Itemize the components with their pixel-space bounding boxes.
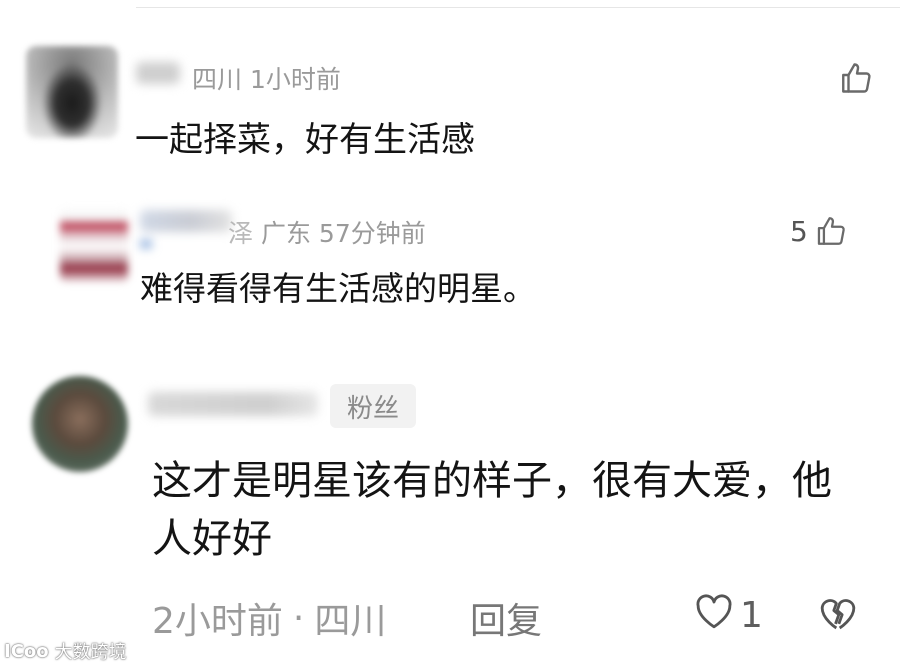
separator-dot: · [292, 597, 305, 639]
comment-text: 一起择菜，好有生活感 [135, 120, 475, 160]
username-blurred[interactable] [136, 62, 180, 84]
avatar[interactable] [26, 46, 118, 138]
broken-heart-icon [818, 599, 858, 636]
like-button[interactable] [838, 60, 874, 96]
username-blurred[interactable] [140, 210, 232, 232]
watermark: ICoo 大数跨境 [4, 638, 127, 664]
comment-time: 2小时前 [152, 601, 283, 642]
username-blurred[interactable] [148, 392, 318, 416]
watermark-text: 大数跨境 [54, 642, 127, 663]
avatar[interactable] [60, 206, 128, 282]
comment-feed: 四川 1小时前 一起择菜，好有生活感 泽 广东 57分钟前 难得看得有生活感的明… [0, 0, 900, 666]
watermark-logo: ICoo [4, 640, 49, 662]
thumbs-up-icon [838, 60, 874, 96]
dislike-button[interactable] [818, 594, 858, 636]
comment-meta-text: 广东 57分钟前 [260, 219, 426, 248]
comment-meta: 四川 1小时前 [192, 65, 341, 94]
comment-footer: 2小时前 · 四川 [152, 592, 386, 644]
heart-like-button[interactable]: 1 [694, 592, 763, 639]
heart-like-count: 1 [740, 595, 763, 636]
like-count: 5 [790, 214, 808, 248]
like-button[interactable]: 5 [790, 214, 848, 248]
heart-icon [694, 592, 734, 639]
top-divider [136, 7, 900, 8]
comment-text: 难得看得有生活感的明星。 [140, 269, 536, 308]
comment-text: 这才是明星该有的样子，很有大爱，他人好好 [152, 458, 832, 562]
fan-badge: 粉丝 [330, 384, 416, 428]
reply-button[interactable]: 回复 [470, 592, 542, 644]
username-tail: 泽 [228, 219, 254, 248]
comment-meta: 泽 广东 57分钟前 [228, 214, 426, 250]
thumbs-up-icon [814, 214, 848, 248]
username-blurred [140, 240, 152, 248]
comment-location: 四川 [314, 601, 387, 642]
avatar[interactable] [32, 376, 128, 472]
